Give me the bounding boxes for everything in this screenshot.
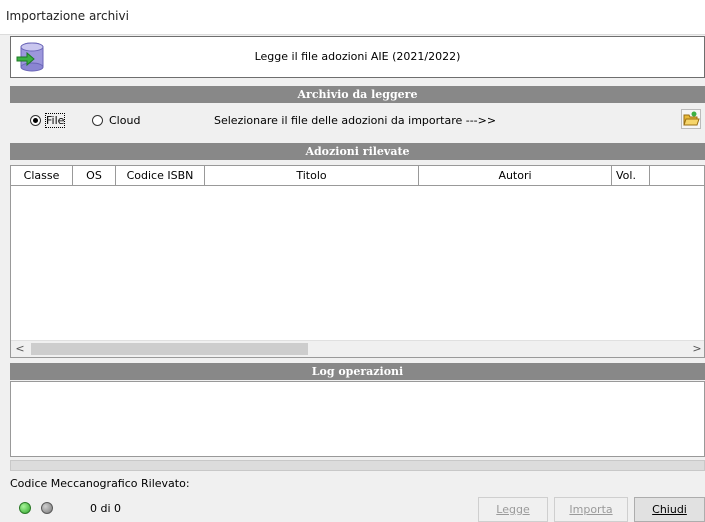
radio-cloud-label[interactable]: Cloud bbox=[109, 114, 140, 127]
col-classe[interactable]: Classe bbox=[11, 166, 73, 185]
col-autori[interactable]: Autori bbox=[419, 166, 612, 185]
table-header: Classe OS Codice ISBN Titolo Autori Vol. bbox=[11, 166, 704, 186]
section-archivio: Archivio da leggere bbox=[10, 86, 705, 103]
file-prompt: Selezionare il file delle adozioni da im… bbox=[214, 114, 497, 127]
col-os[interactable]: OS bbox=[73, 166, 116, 185]
codice-meccanografico-label: Codice Meccanografico Rilevato: bbox=[10, 477, 190, 490]
horizontal-scrollbar[interactable]: < > bbox=[11, 340, 704, 357]
scroll-left-icon[interactable]: < bbox=[13, 342, 27, 356]
radio-cloud[interactable] bbox=[92, 115, 103, 126]
title-bar: Importazione archivi bbox=[0, 0, 705, 35]
status-ok-icon bbox=[19, 502, 31, 514]
scroll-right-icon[interactable]: > bbox=[690, 342, 704, 356]
source-options: File Cloud Selezionare il file delle ado… bbox=[10, 104, 705, 138]
browse-button[interactable] bbox=[681, 109, 701, 129]
window-title: Importazione archivi bbox=[6, 9, 129, 23]
radio-file-label[interactable]: File bbox=[44, 113, 66, 128]
chiudi-button-label: Chiudi bbox=[652, 503, 687, 516]
col-titolo[interactable]: Titolo bbox=[205, 166, 419, 185]
legge-button[interactable]: Legge bbox=[478, 497, 548, 522]
col-vol[interactable]: Vol. bbox=[612, 166, 650, 185]
col-isbn[interactable]: Codice ISBN bbox=[116, 166, 205, 185]
counter-text: 0 di 0 bbox=[90, 502, 122, 515]
folder-open-icon bbox=[683, 111, 700, 126]
header-description: Legge il file adozioni AIE (2021/2022) bbox=[254, 50, 461, 63]
header-panel: Legge il file adozioni AIE (2021/2022) bbox=[10, 36, 705, 78]
chiudi-button[interactable]: Chiudi bbox=[634, 497, 705, 522]
section-adozioni: Adozioni rilevate bbox=[10, 143, 705, 160]
section-log: Log operazioni bbox=[10, 363, 705, 380]
radio-file[interactable] bbox=[30, 115, 41, 126]
progress-strip bbox=[10, 460, 705, 471]
importa-button[interactable]: Importa bbox=[554, 497, 628, 522]
scroll-thumb[interactable] bbox=[31, 343, 308, 355]
log-area[interactable] bbox=[10, 381, 705, 457]
status-idle-icon bbox=[41, 502, 53, 514]
adozioni-table[interactable]: Classe OS Codice ISBN Titolo Autori Vol.… bbox=[10, 165, 705, 358]
importa-button-label: Importa bbox=[569, 503, 613, 516]
legge-button-label: Legge bbox=[496, 503, 530, 516]
col-extra[interactable] bbox=[650, 166, 704, 185]
